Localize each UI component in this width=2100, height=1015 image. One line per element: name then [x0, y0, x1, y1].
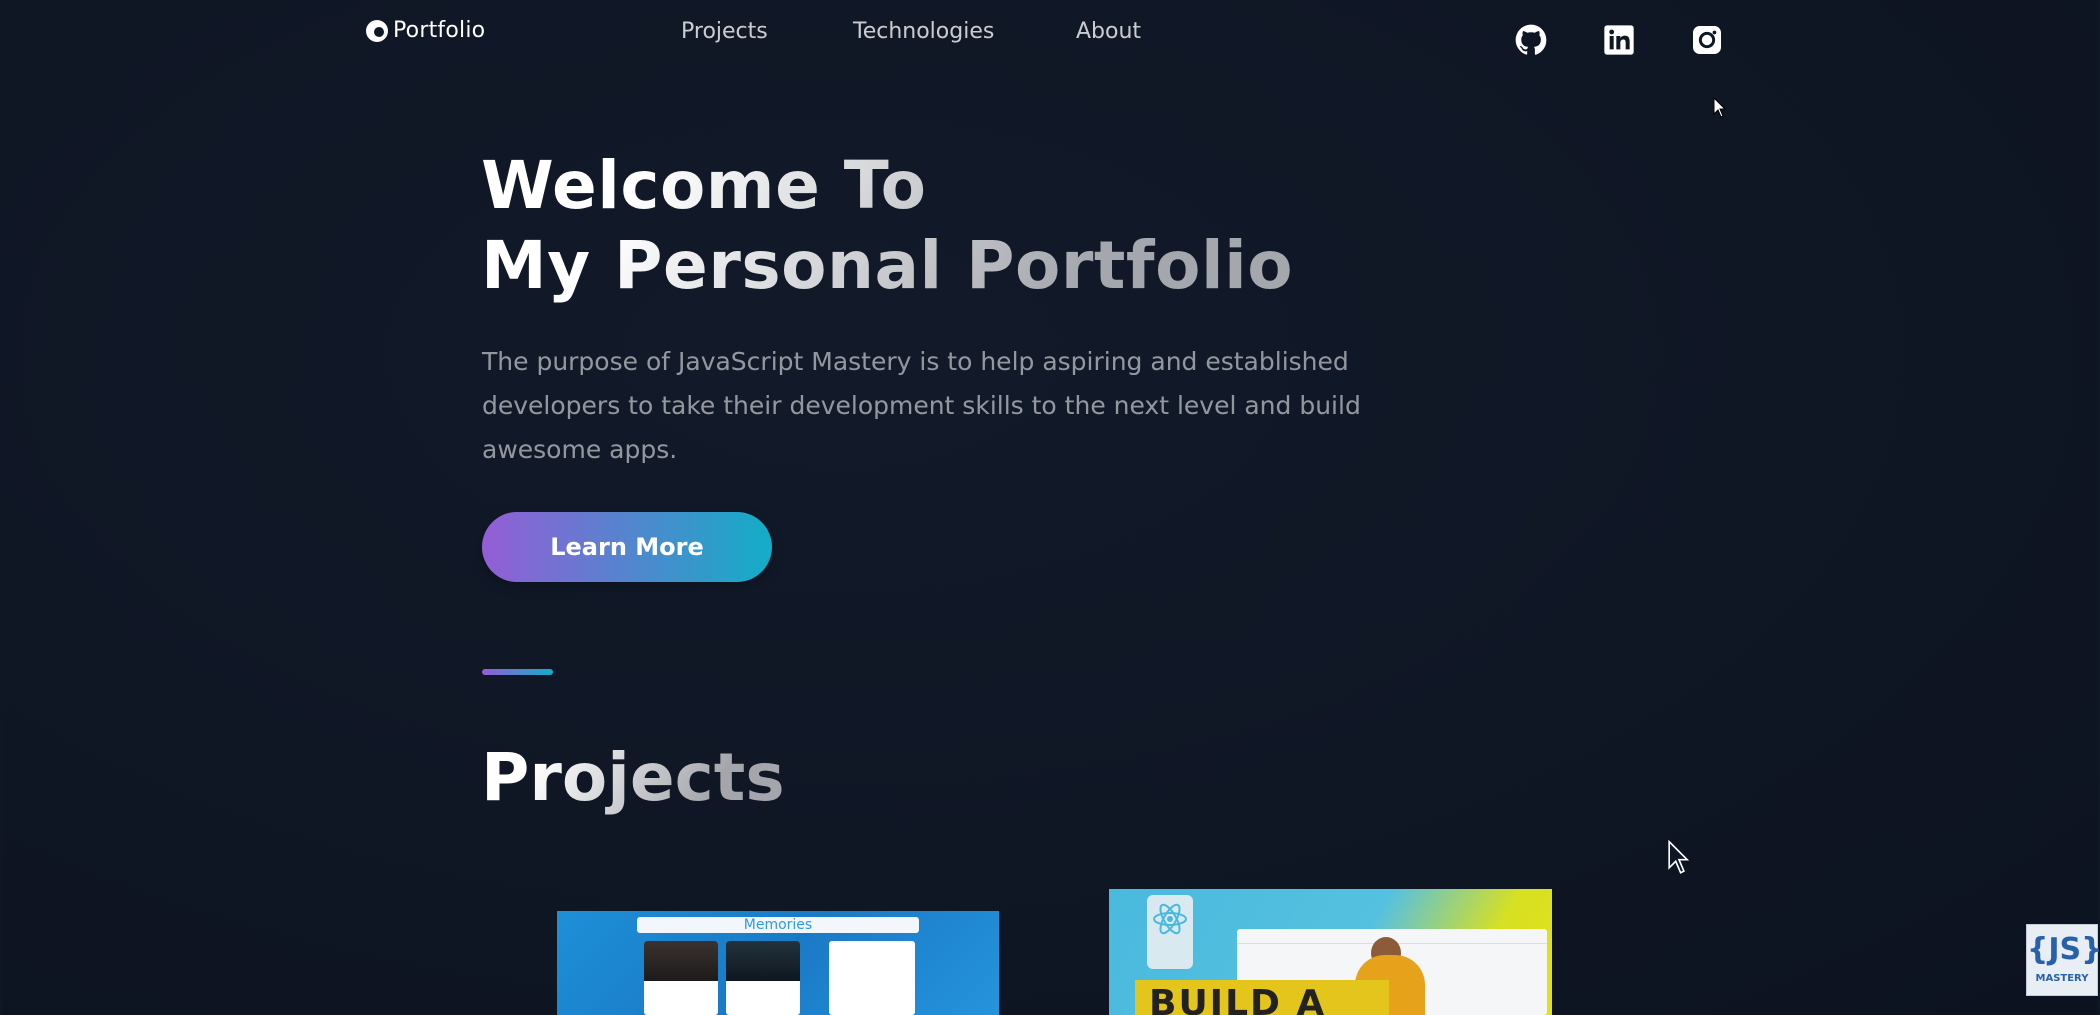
project-preview-title: Memories — [637, 917, 919, 933]
portfolio-page: Portfolio Projects Technologies About We… — [3, 0, 2097, 1015]
project-card-build-a[interactable]: BUILD A — [1109, 889, 1552, 1015]
project-card-memories[interactable]: Memories — [557, 911, 999, 1015]
nav-link-projects[interactable]: Projects — [681, 19, 768, 44]
hero-title-line-1: Welcome To — [481, 147, 927, 224]
section-divider — [482, 669, 553, 675]
preview-image — [644, 941, 718, 981]
github-icon — [1515, 24, 1547, 55]
instagram-link[interactable] — [1691, 24, 1723, 56]
hero-title-line-2: My Personal Portfolio — [481, 227, 1294, 304]
preview-memory-card — [644, 941, 718, 1015]
instagram-icon — [1693, 26, 1721, 54]
nav-link-about[interactable]: About — [1076, 19, 1141, 44]
nav-link-technologies[interactable]: Technologies — [853, 19, 994, 44]
github-link[interactable] — [1515, 24, 1547, 56]
preview-memory-card — [726, 941, 800, 1015]
learn-more-button[interactable]: Learn More — [482, 512, 772, 582]
js-mastery-watermark: {JS} MASTERY — [2026, 924, 2100, 996]
preview-image — [726, 941, 800, 981]
watermark-brand-text: MASTERY — [2035, 973, 2089, 984]
hero-title: Welcome To My Personal Portfolio — [481, 146, 1293, 306]
mouse-cursor-icon — [1713, 97, 1727, 118]
preview-form — [829, 941, 915, 1015]
mouse-cursor-icon — [1668, 840, 1690, 874]
linkedin-link[interactable] — [1603, 24, 1635, 56]
project-preview-banner: BUILD A — [1135, 980, 1389, 1015]
hero-description: The purpose of JavaScript Mastery is to … — [482, 347, 1361, 464]
linkedin-icon — [1604, 25, 1634, 55]
react-icon — [1147, 895, 1193, 969]
watermark-logo-text: {JS} — [2027, 932, 2100, 967]
projects-section-title: Projects — [481, 739, 785, 816]
main-nav: Projects Technologies About — [3, 19, 2097, 49]
